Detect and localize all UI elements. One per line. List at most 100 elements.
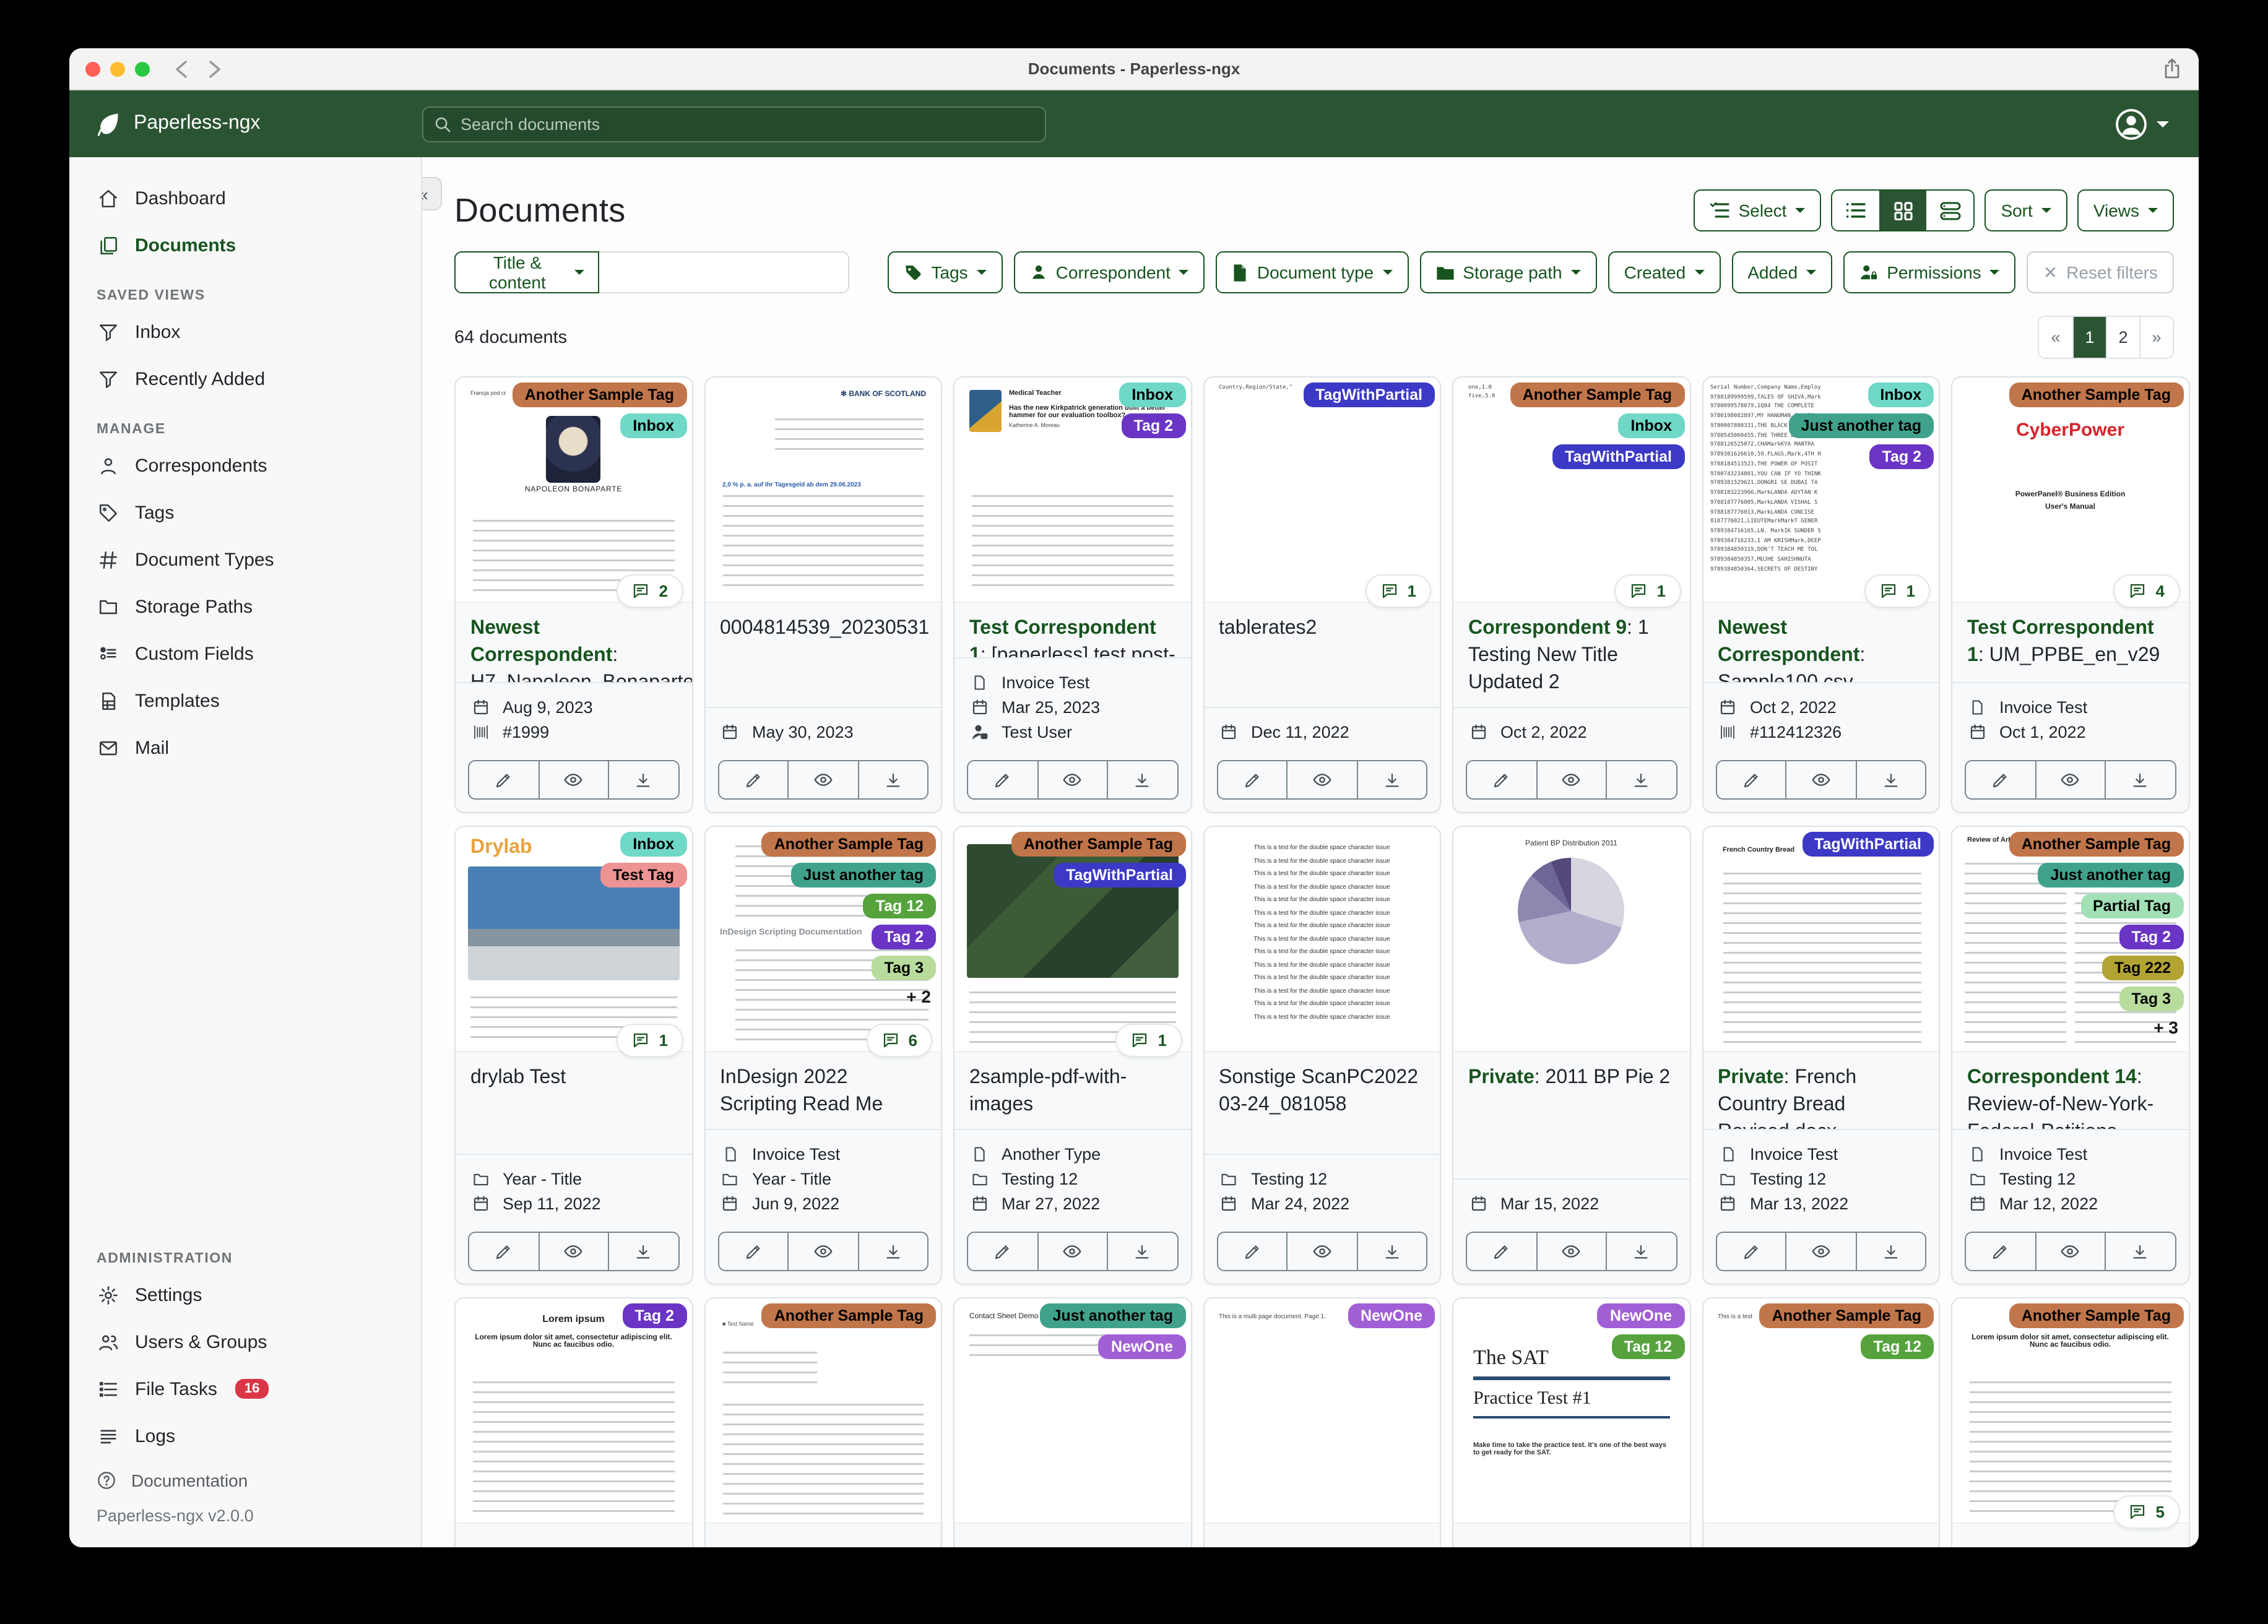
tag-another-sample-tag[interactable]: Another Sample Tag bbox=[1510, 382, 1684, 407]
view-document-button[interactable] bbox=[2035, 1233, 2105, 1270]
edit-document-button[interactable] bbox=[1218, 761, 1286, 798]
tag-newone[interactable]: NewOne bbox=[1597, 1303, 1684, 1328]
download-document-button[interactable] bbox=[857, 761, 927, 798]
view-document-button[interactable] bbox=[787, 1233, 857, 1270]
sidebar-item-correspondents[interactable]: Correspondents bbox=[69, 442, 421, 489]
view-document-button[interactable] bbox=[1536, 761, 1606, 798]
edit-document-button[interactable] bbox=[1467, 1233, 1536, 1270]
tag-another-sample-tag[interactable]: Another Sample Tag bbox=[761, 832, 936, 857]
document-thumbnail[interactable]: Lorem ipsumLorem ipsum dolor sit amet, c… bbox=[456, 1298, 691, 1524]
document-card[interactable]: Lorem ipsumLorem ipsum dolor sit amet, c… bbox=[1951, 1297, 2189, 1547]
tag-tag-12[interactable]: Tag 12 bbox=[1611, 1334, 1684, 1359]
download-document-button[interactable] bbox=[608, 1233, 678, 1270]
tag-another-sample-tag[interactable]: Another Sample Tag bbox=[1011, 832, 1185, 857]
document-card[interactable]: Another Sample Tag TagWithPartial 1 2sample… bbox=[953, 826, 1192, 1285]
edit-document-button[interactable] bbox=[469, 761, 538, 798]
document-thumbnail[interactable]: CyberPower PowerPanel® Business Edition Us… bbox=[1952, 378, 2188, 603]
document-card[interactable]: Serial Number,Company Name,Employ 9788189… bbox=[1702, 376, 1940, 813]
sidebar-item-dashboard[interactable]: Dashboard bbox=[69, 175, 421, 222]
tag-just-another-tag[interactable]: Just another tag bbox=[2038, 863, 2183, 888]
sidebar-item-templates[interactable]: Templates bbox=[69, 677, 421, 724]
document-correspondent[interactable]: Newest Correspondent bbox=[470, 618, 612, 666]
edit-document-button[interactable] bbox=[1218, 1233, 1286, 1270]
tag-another-sample-tag[interactable]: Another Sample Tag bbox=[1759, 1303, 1934, 1328]
document-correspondent[interactable]: Newest Correspondent bbox=[1718, 618, 1859, 666]
document-card[interactable]: The SAT Practice Test #1 Make time to take… bbox=[1452, 1297, 1690, 1547]
user-menu[interactable] bbox=[2114, 107, 2169, 140]
tag-test-tag[interactable]: Test Tag bbox=[600, 863, 686, 888]
tag-inbox[interactable]: Inbox bbox=[620, 413, 686, 438]
title-content-input[interactable] bbox=[599, 251, 849, 293]
correspondent-filter-button[interactable]: Correspondent bbox=[1013, 251, 1205, 293]
document-correspondent[interactable]: Correspondent 9 bbox=[1468, 618, 1627, 639]
tags-filter-button[interactable]: Tags bbox=[888, 251, 1003, 293]
edit-document-button[interactable] bbox=[968, 1233, 1037, 1270]
download-document-button[interactable] bbox=[1356, 761, 1426, 798]
document-card[interactable]: InDesign Scripting Documentation Another … bbox=[704, 826, 942, 1285]
edit-document-button[interactable] bbox=[1966, 1233, 2035, 1270]
view-document-button[interactable] bbox=[1037, 1233, 1107, 1270]
view-document-button[interactable] bbox=[1286, 761, 1356, 798]
tag-just-another-tag[interactable]: Just another tag bbox=[1788, 413, 1934, 438]
document-card[interactable]: This is a test Another Sample Tag Tag 12 bbox=[1702, 1297, 1940, 1547]
document-card[interactable]: Francja pod rz NAPOLEON BONAPARTE Another … bbox=[454, 376, 693, 813]
view-list-button[interactable] bbox=[1832, 191, 1880, 230]
tag-another-sample-tag[interactable]: Another Sample Tag bbox=[512, 382, 686, 407]
tag-tag-222[interactable]: Tag 222 bbox=[2101, 956, 2183, 980]
pagination-page-1[interactable]: 1 bbox=[2072, 317, 2106, 358]
document-card[interactable]: ■ Test Name Another Sample Tag bbox=[704, 1297, 942, 1547]
view-grid-button[interactable] bbox=[1879, 191, 1927, 230]
download-document-button[interactable] bbox=[1855, 761, 1925, 798]
download-document-button[interactable] bbox=[1107, 761, 1177, 798]
comment-count-badge[interactable]: 1 bbox=[1115, 1024, 1182, 1057]
reset-filters-button[interactable]: ✕ Reset filters bbox=[2027, 251, 2174, 293]
brand[interactable]: Paperless-ngx bbox=[69, 110, 422, 137]
sidebar-item-documentation[interactable]: Documentation bbox=[69, 1459, 421, 1501]
tag-tag-3[interactable]: Tag 3 bbox=[872, 956, 936, 980]
comment-count-badge[interactable]: 1 bbox=[1614, 574, 1681, 608]
tag-inbox[interactable]: Inbox bbox=[1868, 382, 1934, 407]
edit-document-button[interactable] bbox=[1716, 761, 1785, 798]
document-thumbnail[interactable]: Lorem ipsumLorem ipsum dolor sit amet, c… bbox=[1952, 1298, 2188, 1524]
view-document-button[interactable] bbox=[2035, 761, 2105, 798]
sidebar-item-recently-added[interactable]: Recently Added bbox=[69, 355, 421, 402]
edit-document-button[interactable] bbox=[469, 1233, 538, 1270]
tag-tagwithpartial[interactable]: TagWithPartial bbox=[1552, 444, 1684, 469]
download-document-button[interactable] bbox=[1606, 1233, 1676, 1270]
document-correspondent[interactable]: Private bbox=[1718, 1067, 1784, 1088]
tag-tag-12[interactable]: Tag 12 bbox=[863, 894, 936, 918]
tag-another-sample-tag[interactable]: Another Sample Tag bbox=[2009, 832, 2183, 857]
tag-tag-2[interactable]: Tag 2 bbox=[622, 1303, 686, 1328]
sidebar-item-settings[interactable]: Settings bbox=[69, 1271, 421, 1318]
tag-just-another-tag[interactable]: Just another tag bbox=[1040, 1303, 1185, 1328]
view-document-button[interactable] bbox=[787, 761, 857, 798]
document-card[interactable]: This is a multi page document. Page 1. Ne… bbox=[1203, 1297, 1441, 1547]
storage-path-filter-button[interactable]: Storage path bbox=[1419, 251, 1597, 293]
download-document-button[interactable] bbox=[2105, 761, 2175, 798]
document-card[interactable]: French Country Bread TagWithPartial Privat… bbox=[1702, 826, 1940, 1285]
comment-count-badge[interactable]: 6 bbox=[866, 1024, 932, 1057]
document-card[interactable]: Medical Teacher Has the new Kirkpatrick g… bbox=[953, 376, 1192, 813]
download-document-button[interactable] bbox=[1107, 1233, 1177, 1270]
tag-tagwithpartial[interactable]: TagWithPartial bbox=[1802, 832, 1934, 857]
tag-another-sample-tag[interactable]: Another Sample Tag bbox=[2009, 382, 2183, 407]
comment-count-badge[interactable]: 1 bbox=[1365, 574, 1431, 608]
document-card[interactable]: Lorem ipsumLorem ipsum dolor sit amet, c… bbox=[454, 1297, 693, 1547]
download-document-button[interactable] bbox=[1855, 1233, 1925, 1270]
tag-inbox[interactable]: Inbox bbox=[1618, 413, 1684, 438]
document-card[interactable]: Patient BP Distribution 2011 Private: 201… bbox=[1452, 826, 1690, 1285]
pagination-prev[interactable]: « bbox=[2039, 317, 2072, 358]
sidebar-item-documents[interactable]: Documents bbox=[69, 222, 421, 269]
tag-tag-3[interactable]: Tag 3 bbox=[2119, 987, 2183, 1011]
download-document-button[interactable] bbox=[857, 1233, 927, 1270]
select-button[interactable]: Select bbox=[1694, 189, 1822, 231]
document-type-filter-button[interactable]: Document type bbox=[1216, 251, 1409, 293]
tag-inbox[interactable]: Inbox bbox=[620, 832, 686, 857]
document-card[interactable]: Country,Region/State," TagWithPartial 1 tab… bbox=[1203, 376, 1441, 813]
comment-count-badge[interactable]: 1 bbox=[1864, 574, 1930, 608]
edit-document-button[interactable] bbox=[719, 1233, 787, 1270]
search-input[interactable] bbox=[422, 106, 1046, 142]
comment-count-badge[interactable]: 2 bbox=[617, 574, 683, 608]
download-document-button[interactable] bbox=[1606, 761, 1676, 798]
added-filter-button[interactable]: Added bbox=[1731, 251, 1833, 293]
